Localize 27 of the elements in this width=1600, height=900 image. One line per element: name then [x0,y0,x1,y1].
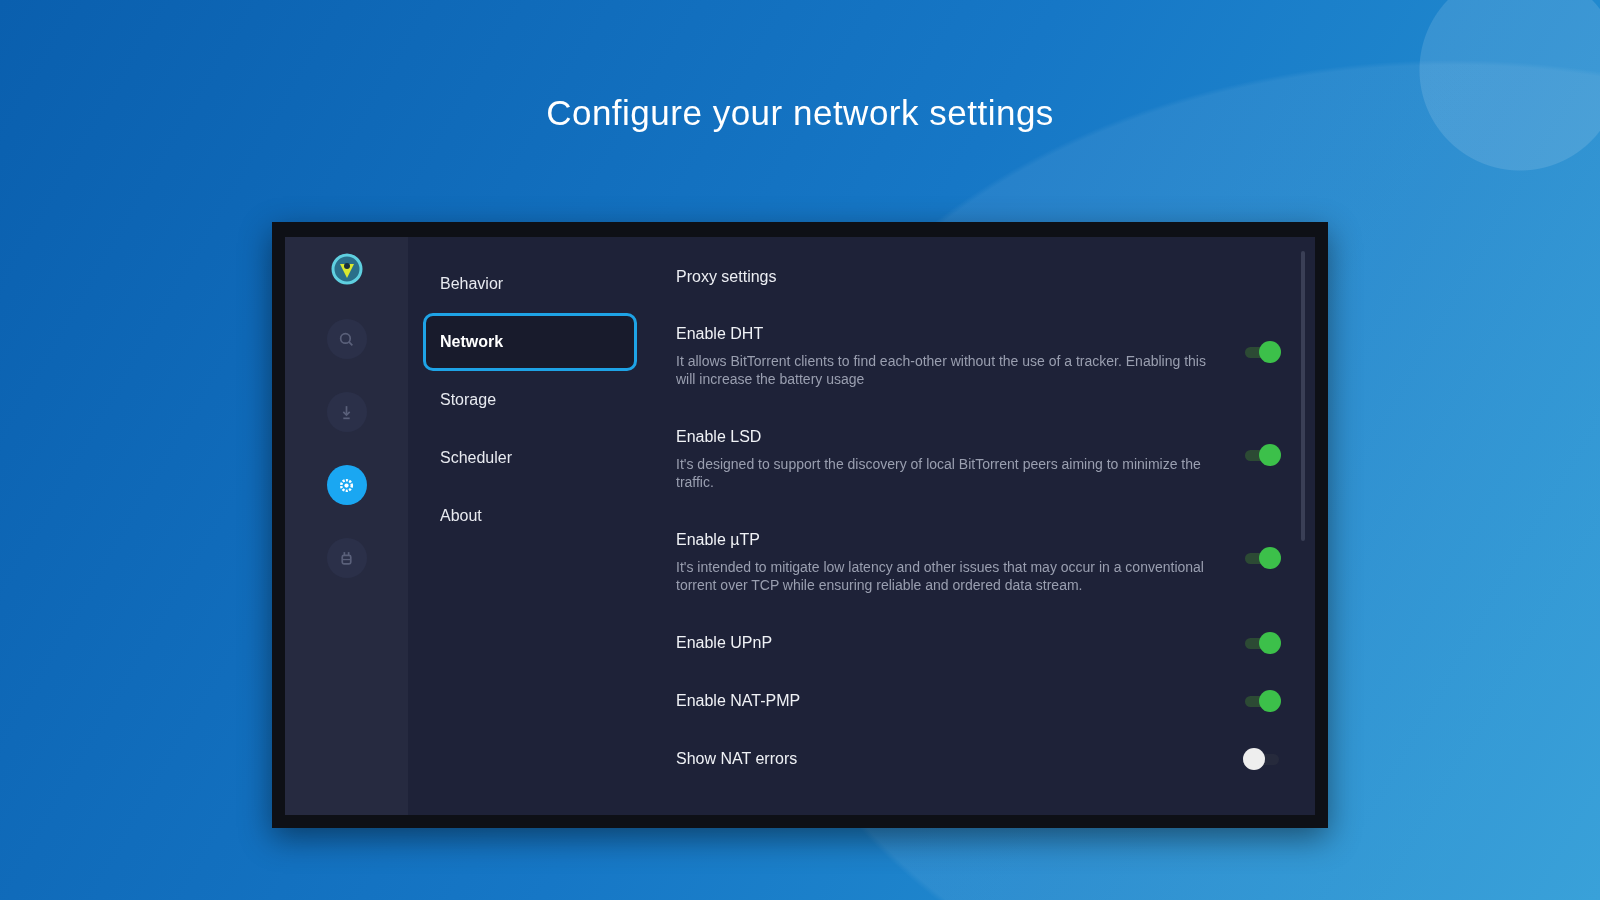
setting-description: It allows BitTorrent clients to find each-other without the use of a tracker. Enabling this will increase the battery usage [676,352,1207,388]
setting-title: Enable µTP [676,530,761,550]
setting-title: Enable NAT-PMP [676,691,801,711]
section-title[interactable]: Proxy settings [676,265,1285,322]
search-icon [338,330,355,348]
settings-icon [338,476,355,494]
toggle-switch[interactable] [1243,340,1281,364]
setting-title: Enable UPnP [676,633,773,653]
setting-title: Enable DHT [676,324,765,344]
menu-item[interactable]: Behavior [423,255,637,313]
toggle-switch[interactable] [1243,747,1281,771]
setting-description: It's designed to support the discovery of local BitTorrent peers aiming to minimize the traffic. [676,455,1202,491]
app-logo [329,252,364,286]
setting-title: Show NAT errors [676,749,798,769]
rail-button[interactable] [326,465,367,505]
toggle-switch[interactable] [1243,546,1281,570]
setting-title: Enable LSD [676,427,763,447]
toggle-switch[interactable] [1243,443,1281,467]
menu-item[interactable]: Scheduler [423,429,637,487]
toggle-switch[interactable] [1243,631,1281,655]
menu-item[interactable]: Network [423,313,637,371]
headline: Configure your network settings [545,92,1055,134]
toggle-switch[interactable] [1243,689,1281,713]
setting-description: It's intended to mitigate low latency and other issues that may occur in a conventional torrent over TCP while ensuring reliable and ordered data stream. [676,558,1205,594]
plug-icon [338,549,355,567]
menu-item[interactable]: Storage [423,371,637,429]
menu-item[interactable]: About [423,487,637,545]
